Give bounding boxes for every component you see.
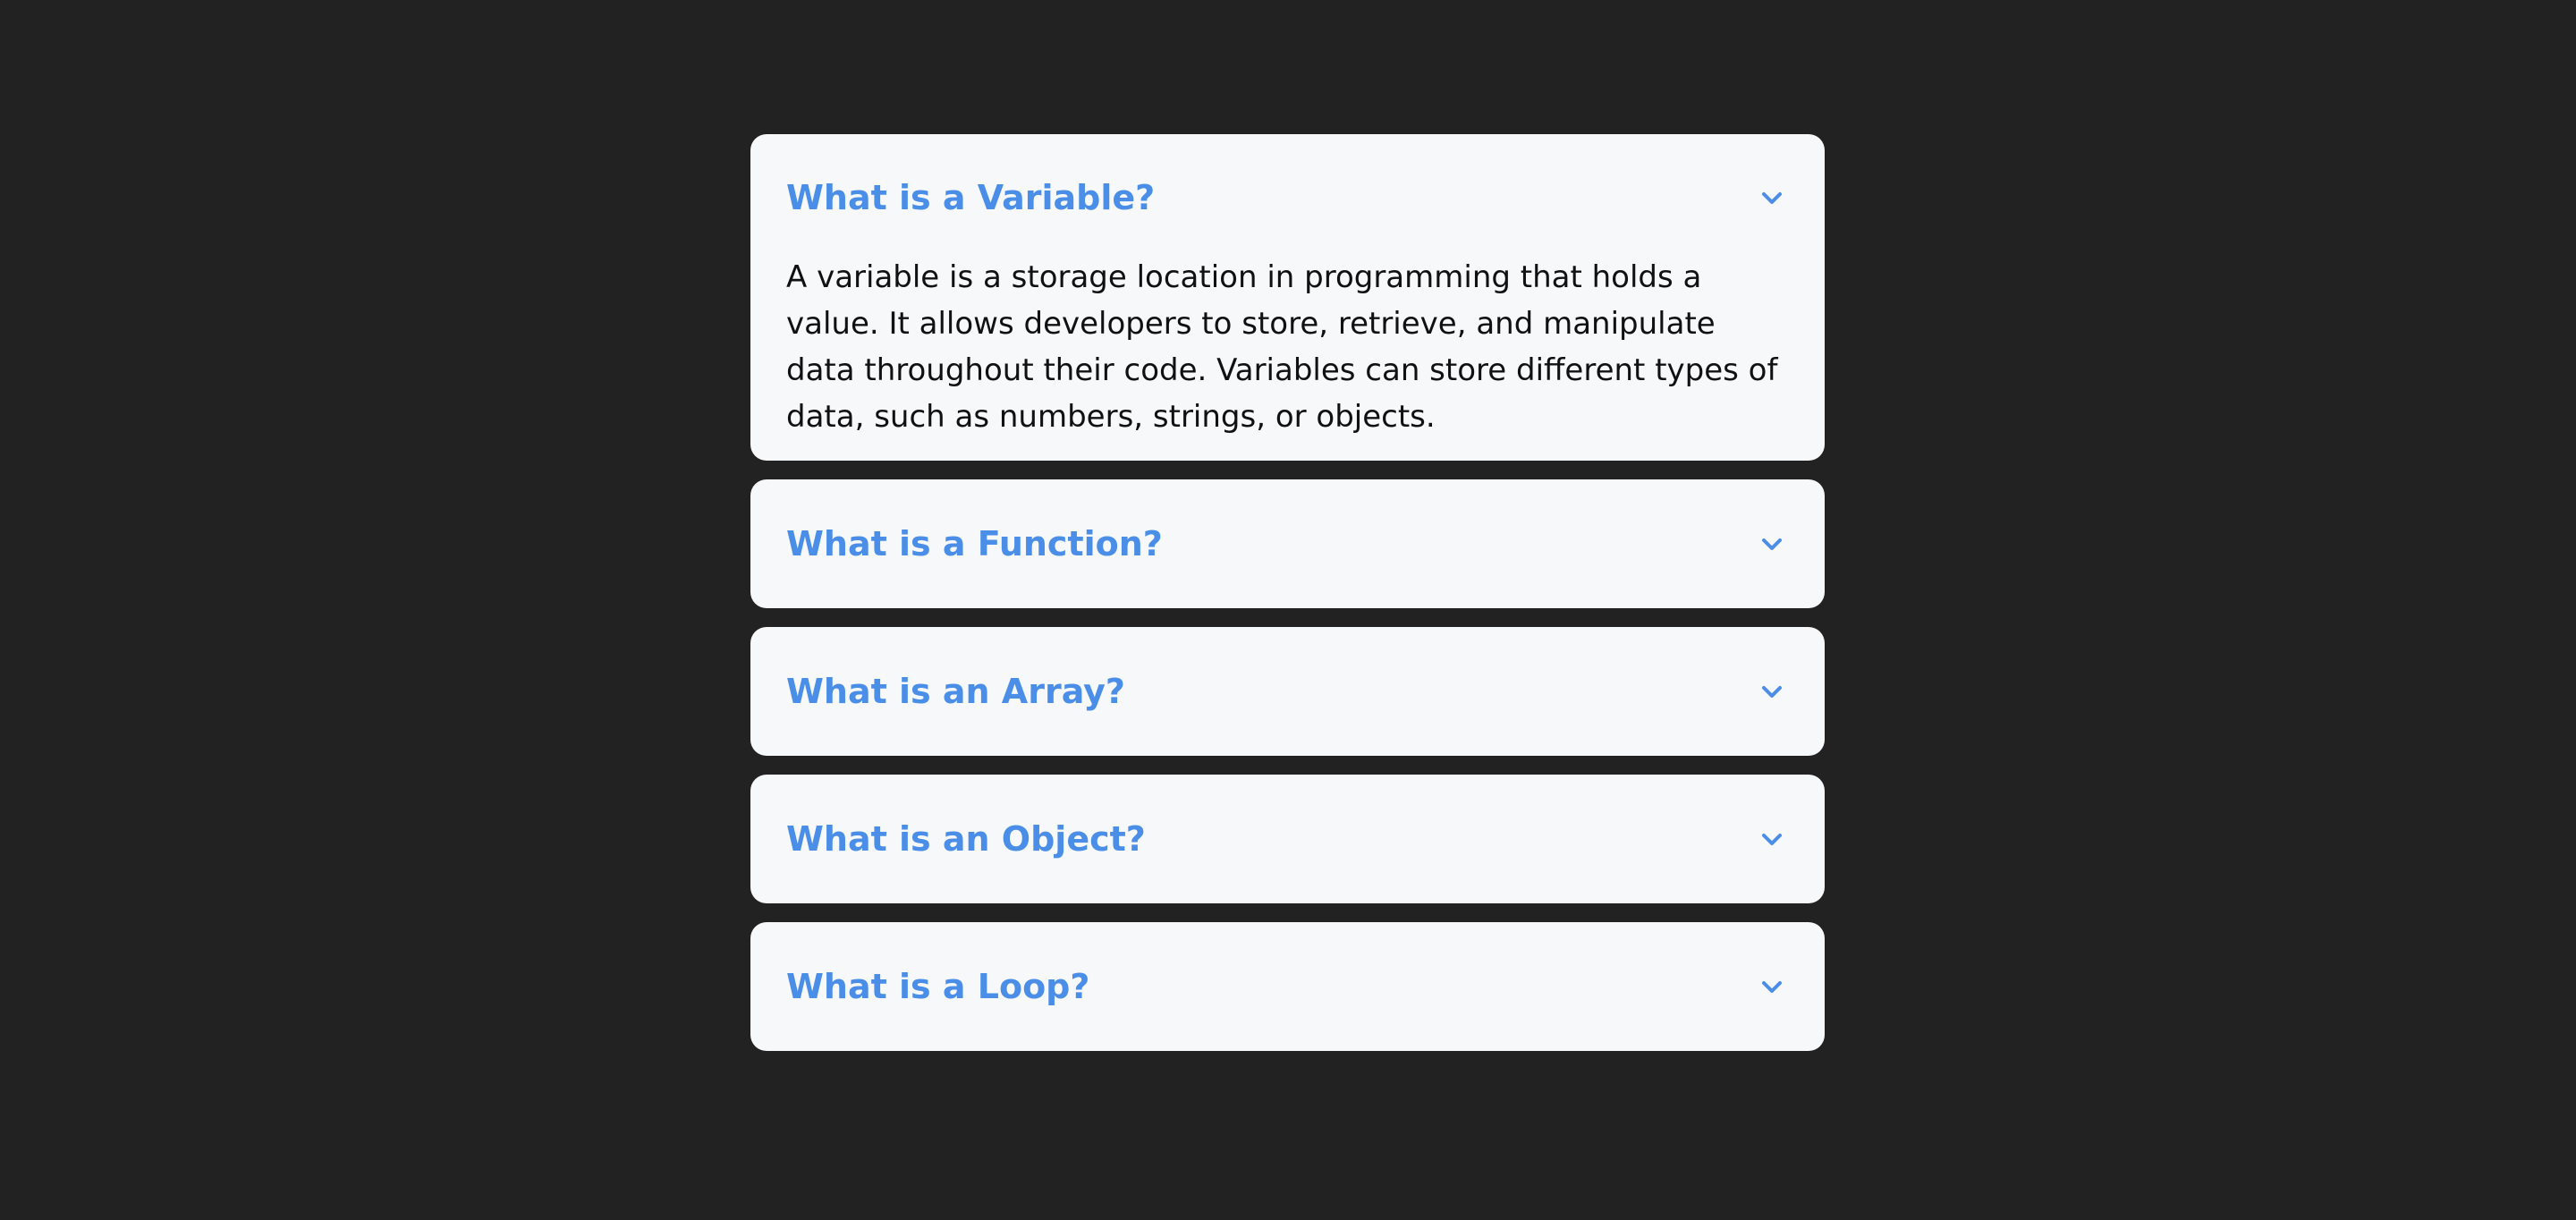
faq-question-variable-toggle[interactable]: What is a Variable? [786,134,1789,261]
faq-item-function: What is a Function? [750,479,1825,608]
faq-question-loop-toggle[interactable]: What is a Loop? [786,922,1789,1051]
faq-item-loop: What is a Loop? [750,922,1825,1051]
faq-question: What is an Object? [786,819,1146,859]
faq-question-array-toggle[interactable]: What is an Array? [786,627,1789,756]
chevron-down-icon[interactable] [1758,530,1785,557]
faq-question: What is a Function? [786,524,1163,563]
faq-question: What is a Variable? [786,178,1156,217]
faq-item-array: What is an Array? [750,627,1825,756]
faq-question-object-toggle[interactable]: What is an Object? [786,775,1789,903]
chevron-down-icon[interactable] [1758,826,1785,852]
faq-question: What is an Array? [786,672,1125,711]
chevron-down-icon[interactable] [1758,973,1785,1000]
faq-question: What is a Loop? [786,967,1090,1006]
faq-answer: A variable is a storage location in prog… [786,259,1778,435]
faq-item-variable: What is a Variable? A variable is a stor… [750,134,1825,461]
faq-item-object: What is an Object? [750,775,1825,903]
faq-accordion: What is a Variable? A variable is a stor… [750,134,1825,1070]
chevron-down-icon[interactable] [1758,184,1785,211]
faq-question-function-toggle[interactable]: What is a Function? [786,479,1789,608]
chevron-down-icon[interactable] [1758,678,1785,705]
